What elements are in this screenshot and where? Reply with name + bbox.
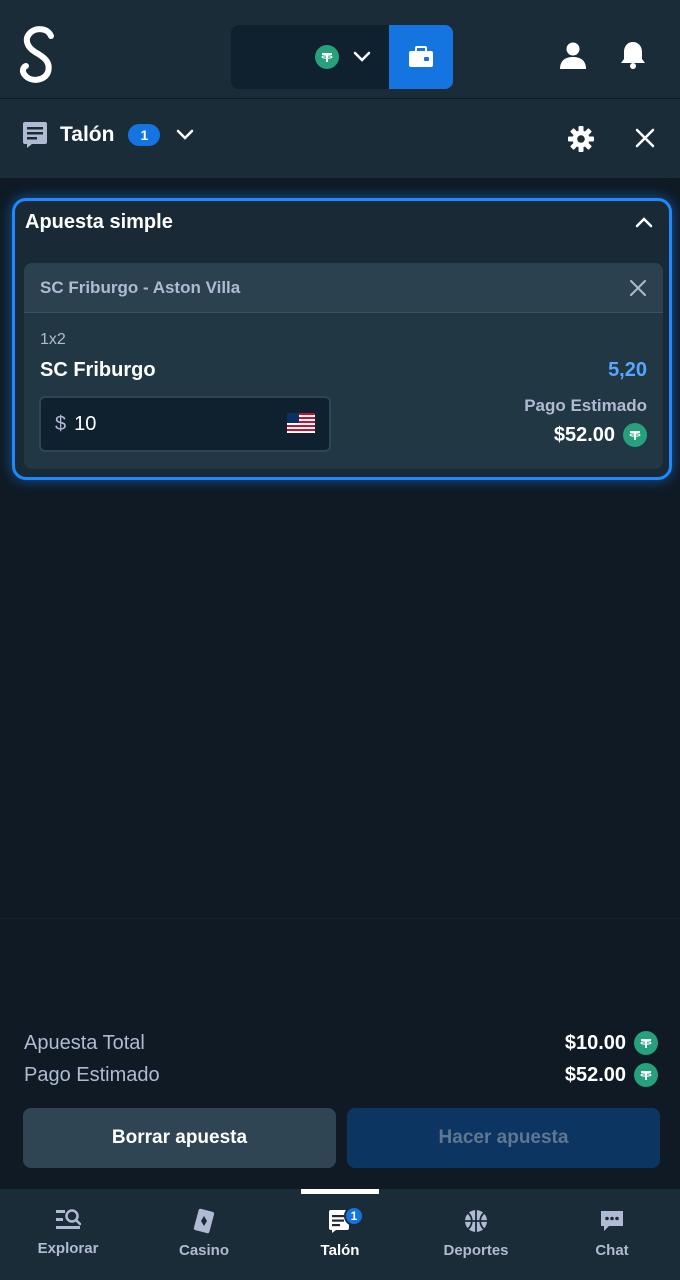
betslip-count-badge: 1 <box>128 124 161 146</box>
betslip-title-toggle[interactable]: Talón 1 <box>22 121 194 149</box>
stake-logo-icon[interactable] <box>18 24 60 86</box>
wallet-icon <box>409 46 433 67</box>
casino-cards-icon <box>193 1208 215 1234</box>
betslip-icon <box>23 122 47 148</box>
tether-icon <box>623 423 647 447</box>
wallet-button[interactable] <box>389 25 453 89</box>
nav-label: Explorar <box>37 1240 99 1257</box>
bet-type-title: Apuesta simple <box>25 211 173 233</box>
single-bet-section: Apuesta simple SC Friburgo - Aston Villa… <box>12 198 672 480</box>
bet-card-header: SC Friburgo - Aston Villa <box>24 263 663 313</box>
top-bar <box>0 0 680 98</box>
selection-name: SC Friburgo <box>40 359 156 381</box>
total-stake-label: Apuesta Total <box>24 1031 145 1054</box>
total-payout-label: Pago Estimado <box>24 1063 160 1086</box>
chevron-up-icon[interactable] <box>635 216 653 228</box>
chevron-down-icon <box>353 51 371 62</box>
total-stake-value: $10.00 <box>564 1031 626 1054</box>
basketball-icon <box>465 1210 487 1232</box>
total-payout-row: Pago Estimado $52.00 <box>24 1063 658 1087</box>
place-bet-button[interactable]: Hacer apuesta <box>347 1108 660 1168</box>
bell-icon[interactable] <box>618 40 648 70</box>
wallet-widget <box>231 25 453 89</box>
stake-input[interactable] <box>74 412 275 436</box>
nav-label: Talón <box>320 1242 360 1259</box>
total-stake-row: Apuesta Total $10.00 <box>24 1031 658 1055</box>
nav-badge: 1 <box>344 1206 364 1226</box>
nav-item-talon[interactable]: 1 Talón <box>272 1189 408 1280</box>
tether-icon <box>634 1063 658 1087</box>
browse-icon <box>56 1209 81 1229</box>
us-flag-icon <box>287 413 315 433</box>
nav-item-chat[interactable]: Chat <box>544 1189 680 1280</box>
nav-label: Casino <box>178 1242 229 1259</box>
event-name[interactable]: SC Friburgo - Aston Villa <box>40 278 240 298</box>
remove-bet-icon[interactable] <box>629 279 647 297</box>
chevron-down-icon <box>177 129 194 140</box>
odds-value: 5,20 <box>608 359 647 381</box>
total-payout-value: $52.00 <box>564 1063 626 1086</box>
estimated-payout-label: Pago Estimado <box>524 396 647 415</box>
nav-item-deportes[interactable]: Deportes <box>408 1189 544 1280</box>
bet-card: SC Friburgo - Aston Villa 1x2 SC Friburg… <box>24 263 663 469</box>
clear-bet-button[interactable]: Borrar apuesta <box>23 1108 336 1168</box>
chat-icon <box>601 1211 623 1231</box>
bottom-nav: Explorar Casino 1 Talón Deportes Chat <box>0 1189 680 1280</box>
betslip-title: Talón <box>60 123 115 146</box>
nav-label: Deportes <box>443 1242 509 1259</box>
gear-icon[interactable] <box>568 126 594 152</box>
nav-item-casino[interactable]: Casino <box>136 1189 272 1280</box>
market-name: 1x2 <box>40 331 66 348</box>
total-payout: $52.00 <box>565 1063 658 1087</box>
estimated-payout: $52.00 <box>554 423 647 447</box>
estimated-payout-value: $52.00 <box>553 423 615 446</box>
nav-item-explorar[interactable]: Explorar <box>0 1189 136 1280</box>
nav-label: Chat <box>595 1242 629 1259</box>
active-indicator <box>301 1189 379 1194</box>
stake-field[interactable]: $ <box>39 396 331 452</box>
tether-icon <box>315 45 339 69</box>
user-icon[interactable] <box>558 40 588 70</box>
close-icon[interactable] <box>634 127 656 149</box>
currency-selector[interactable] <box>231 25 389 89</box>
tether-icon <box>634 1031 658 1055</box>
betslip-header: Talón 1 <box>0 98 680 178</box>
stake-currency-symbol: $ <box>55 412 67 435</box>
total-stake: $10.00 <box>565 1031 658 1055</box>
